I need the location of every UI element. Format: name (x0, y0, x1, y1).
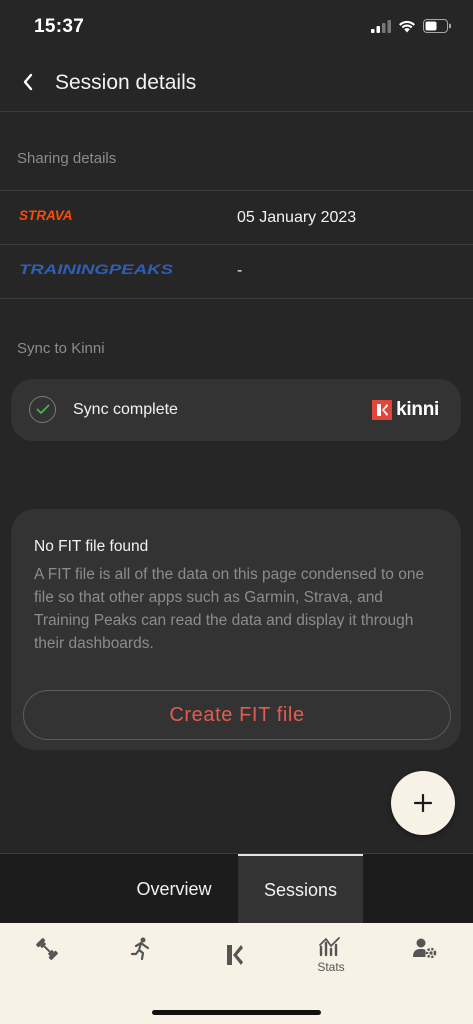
fit-file-card: No FIT file found A FIT file is all of t… (11, 509, 461, 750)
nav-item-kinni[interactable] (205, 936, 265, 986)
kinni-mark-icon (372, 400, 393, 420)
share-row-trainingpeaks[interactable]: TRAININGPEAKS - (0, 244, 473, 298)
divider (0, 298, 473, 299)
check-circle-icon (29, 396, 56, 423)
tab-sessions[interactable]: Sessions (238, 854, 363, 924)
trainingpeaks-logo-text: TRAININGPEAKS (19, 261, 174, 277)
home-indicator (152, 1010, 321, 1015)
nav-item-account[interactable] (395, 936, 455, 986)
status-time: 15:37 (34, 16, 85, 37)
status-icons (371, 19, 451, 33)
add-button[interactable] (391, 771, 455, 835)
kinni-icon (227, 945, 243, 965)
strava-logo-text: STRAVA (19, 208, 73, 222)
create-fit-file-button[interactable]: Create FIT file (23, 690, 451, 740)
trainingpeaks-logo: TRAININGPEAKS (19, 261, 179, 282)
plus-icon (413, 793, 433, 813)
dumbbell-icon (36, 938, 58, 960)
wifi-icon (399, 20, 415, 32)
user-settings-icon (413, 938, 437, 959)
status-bar: 15:37 (0, 0, 473, 56)
nav-item-stats[interactable]: Stats (301, 936, 361, 986)
nav-item-workouts[interactable] (17, 936, 77, 986)
back-button[interactable] (14, 68, 42, 96)
segment-tabs: Overview Sessions (0, 853, 473, 924)
strava-logo: STRAVA (19, 208, 79, 227)
signal-icon (371, 19, 391, 33)
runner-icon (130, 937, 150, 961)
sync-label: Sync to Kinni (17, 340, 105, 357)
sync-status: Sync complete (73, 401, 178, 418)
sharing-details-label: Sharing details (17, 150, 117, 167)
page-title: Session details (55, 71, 197, 94)
nav-item-activity[interactable] (111, 936, 171, 986)
header: Session details (0, 56, 473, 112)
sync-card[interactable]: Sync complete kinni (11, 379, 461, 441)
battery-icon (423, 19, 451, 33)
fit-title: No FIT file found (34, 538, 149, 555)
nav-label-stats: Stats (317, 960, 345, 974)
strava-date: 05 January 2023 (237, 209, 357, 226)
trainingpeaks-value: - (237, 262, 243, 279)
bottom-nav: Stats (0, 923, 473, 1024)
kinni-wordmark: kinni (396, 399, 439, 420)
share-row-strava[interactable]: STRAVA 05 January 2023 (0, 190, 473, 244)
fit-description: A FIT file is all of the data on this pa… (34, 566, 425, 652)
kinni-logo: kinni (372, 399, 439, 421)
stats-icon (319, 937, 340, 957)
tab-overview[interactable]: Overview (110, 854, 238, 924)
chevron-left-icon (23, 73, 33, 91)
